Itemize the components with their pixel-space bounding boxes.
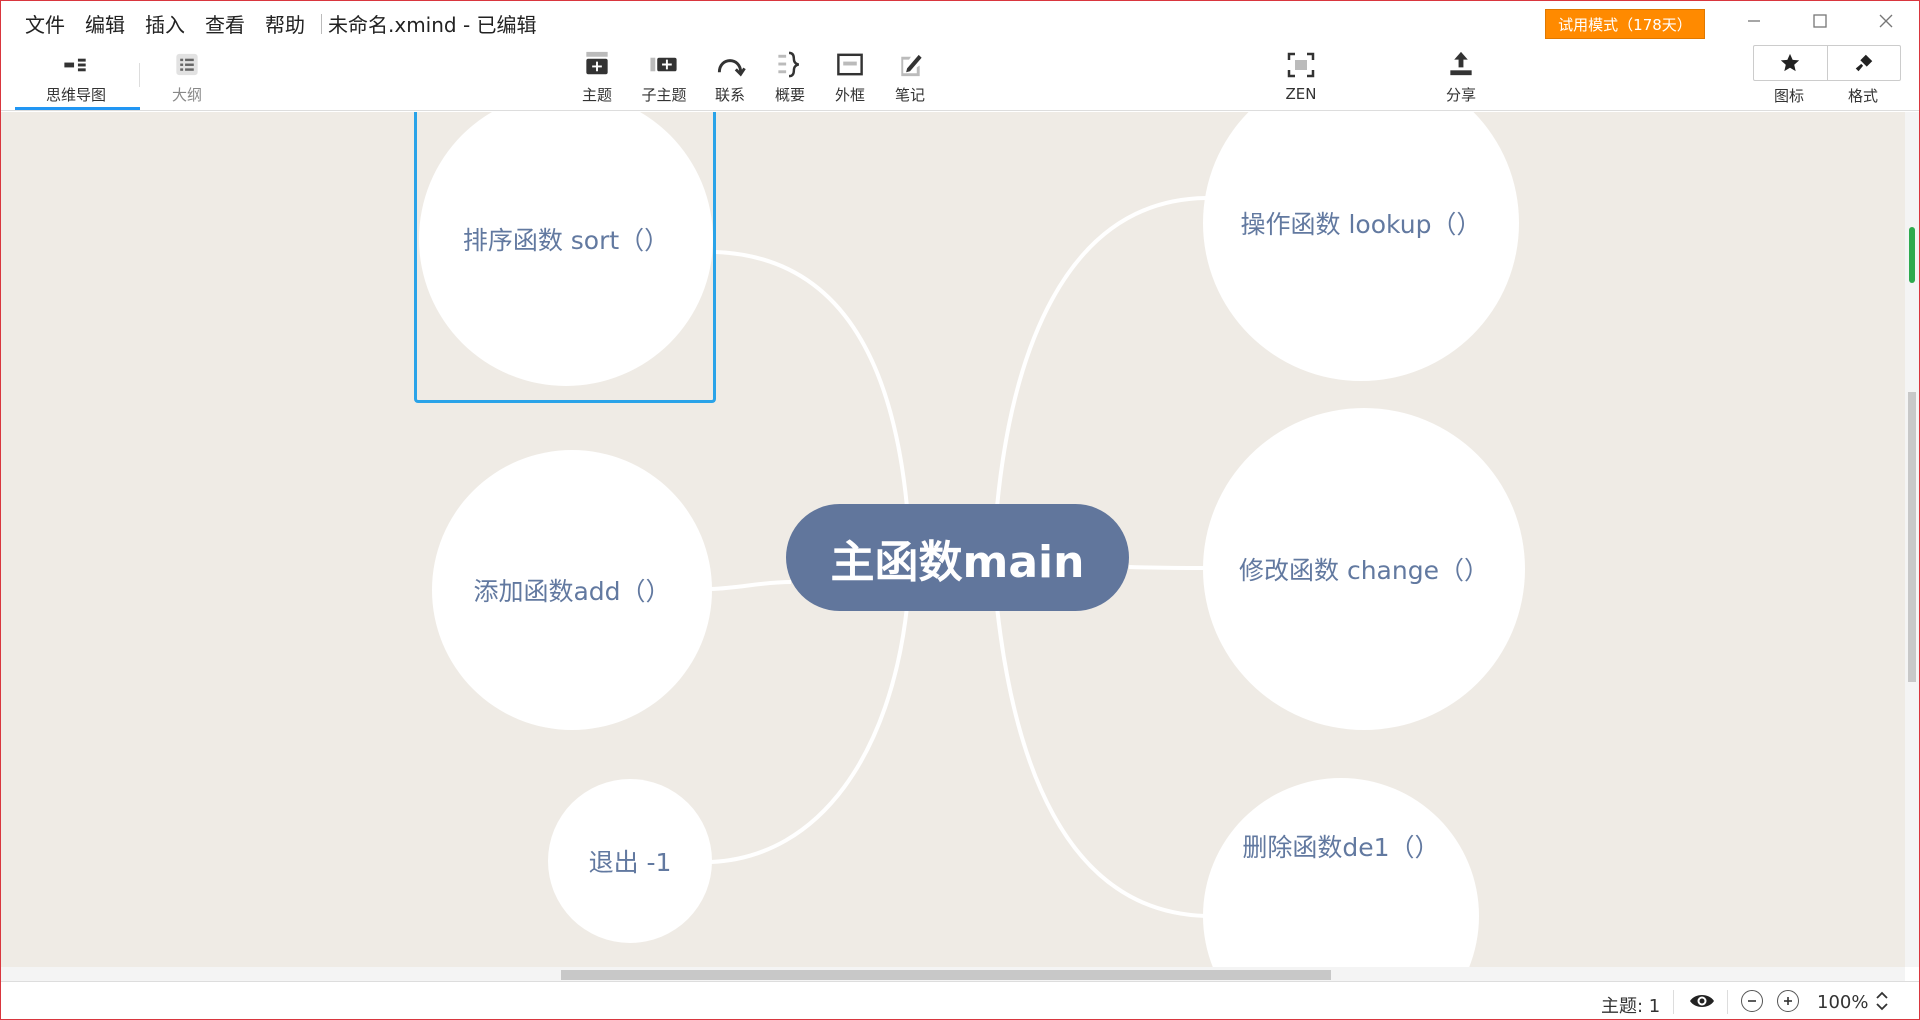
insert-subtopic-label: 子主题 [641,86,687,104]
view-outline-label: 大纲 [171,86,202,104]
trial-mode-button[interactable]: 试用模式（178天） [1545,9,1705,39]
panel-toggle-group [1753,45,1901,81]
connector-exit [710,606,909,864]
zoom-stepper[interactable] [1875,990,1889,1016]
topic-add[interactable]: 添加函数add（） [432,450,712,730]
minus-icon [1748,1000,1756,1002]
document-title: 未命名.xmind - 已编辑 [328,13,537,37]
status-divider [1727,990,1728,1014]
zen-mode-button[interactable]: ZEN [1269,47,1333,105]
zoom-level: 100% [1817,992,1869,1013]
connector-sort [715,250,909,508]
topic-lookup-label: 操作函数 lookup（） [1240,210,1482,239]
boundary-icon [837,53,863,76]
preview-toggle[interactable] [1689,990,1715,1016]
view-divider [139,63,140,87]
topic-exit[interactable]: 退出 -1 [548,779,712,943]
connector-change [1128,565,1207,570]
mindmap-icon [64,58,86,72]
menu-edit[interactable]: 编辑 [85,9,125,38]
insert-notes-button[interactable]: 笔记 [878,47,942,105]
view-mindmap-button[interactable]: 思维导图 [44,47,108,105]
zen-mode-label: ZEN [1285,85,1317,103]
topic-change-label: 修改函数 change（） [1239,556,1489,585]
relationship-icon [717,59,746,77]
topic-del-label: 删除函数de1（） [1242,833,1440,862]
central-topic[interactable]: 主函数main [786,504,1129,611]
insert-boundary-button[interactable]: 外框 [818,47,882,105]
insert-notes-label: 笔记 [894,86,925,104]
insert-summary-label: 概要 [774,86,805,104]
share-icon [1450,51,1472,76]
icons-panel-label: 图标 [1774,87,1805,105]
view-outline-button[interactable]: 大纲 [155,47,219,105]
subtopic-icon [650,57,677,72]
summary-icon [778,51,800,78]
topic-change[interactable]: 修改函数 change（） [1203,408,1525,730]
format-panel-button[interactable] [1826,46,1901,80]
connector-del [995,606,1207,918]
topic-add-label: 添加函数add（） [473,577,671,606]
topic-count: 主题: 1 [1601,996,1661,1017]
vertical-scroll-thumb[interactable] [1908,392,1916,682]
maximize-button[interactable] [1797,7,1843,35]
share-label: 分享 [1445,86,1476,104]
title-bar: 文件 编辑 插入 查看 帮助 未命名.xmind - 已编辑 试用模式（178天… [1,1,1919,41]
toolbar: 思维导图 大纲 主题 子主题 联系 概要 外框 笔记 ZEN 分享 [1,41,1919,111]
outline-icon [176,53,198,76]
menu-file[interactable]: 文件 [25,9,65,38]
insert-topic-label: 主题 [581,86,612,104]
star-icon [1781,53,1800,72]
zoom-in-button[interactable] [1777,990,1799,1012]
format-panel-label: 格式 [1848,87,1879,105]
insert-relationship-button[interactable]: 联系 [698,47,762,105]
eye-icon [1690,995,1714,1007]
active-view-indicator [15,107,140,110]
menu-view[interactable]: 查看 [205,9,245,38]
view-mindmap-label: 思维导图 [45,86,106,104]
scroll-position-marker [1909,227,1915,283]
insert-subtopic-button[interactable]: 子主题 [632,47,696,105]
menu-divider [321,13,322,34]
plus-icon [1784,997,1792,1005]
menu-insert[interactable]: 插入 [145,9,185,38]
connector-lookup [995,196,1207,508]
insert-relationship-label: 联系 [714,86,745,104]
maximize-icon [1813,14,1827,28]
central-topic-label: 主函数main [830,536,1085,588]
horizontal-scroll-thumb[interactable] [561,970,1331,980]
notes-icon [901,54,922,77]
selection-frame [414,112,716,403]
chevron-updown-icon [1876,991,1888,1011]
minimize-button[interactable] [1731,7,1777,35]
zoom-out-button[interactable] [1741,990,1763,1012]
menu-help[interactable]: 帮助 [265,9,305,38]
topic-exit-label: 退出 -1 [588,848,672,877]
menu-bar: 文件 编辑 插入 查看 帮助 未命名.xmind - 已编辑 [25,9,537,38]
mindmap-canvas[interactable]: 排序函数 sort（） 添加函数add（） 退出 -1 操作函数 lookup（… [1,112,1905,967]
close-button[interactable] [1863,7,1909,35]
status-bar: 主题: 1 100% [1,981,1919,1019]
share-button[interactable]: 分享 [1429,47,1493,105]
minimize-icon [1748,20,1760,22]
fullscreen-icon [1287,52,1315,78]
icons-panel-button[interactable] [1754,46,1827,80]
insert-boundary-label: 外框 [834,86,865,104]
horizontal-scrollbar[interactable] [1,967,1905,981]
topic-icon [586,51,608,75]
paintbrush-icon [1855,54,1872,72]
status-divider [1673,990,1674,1014]
close-icon [1879,14,1893,28]
insert-summary-button[interactable]: 概要 [758,47,822,105]
insert-topic-button[interactable]: 主题 [565,47,629,105]
connector-add [710,580,792,591]
